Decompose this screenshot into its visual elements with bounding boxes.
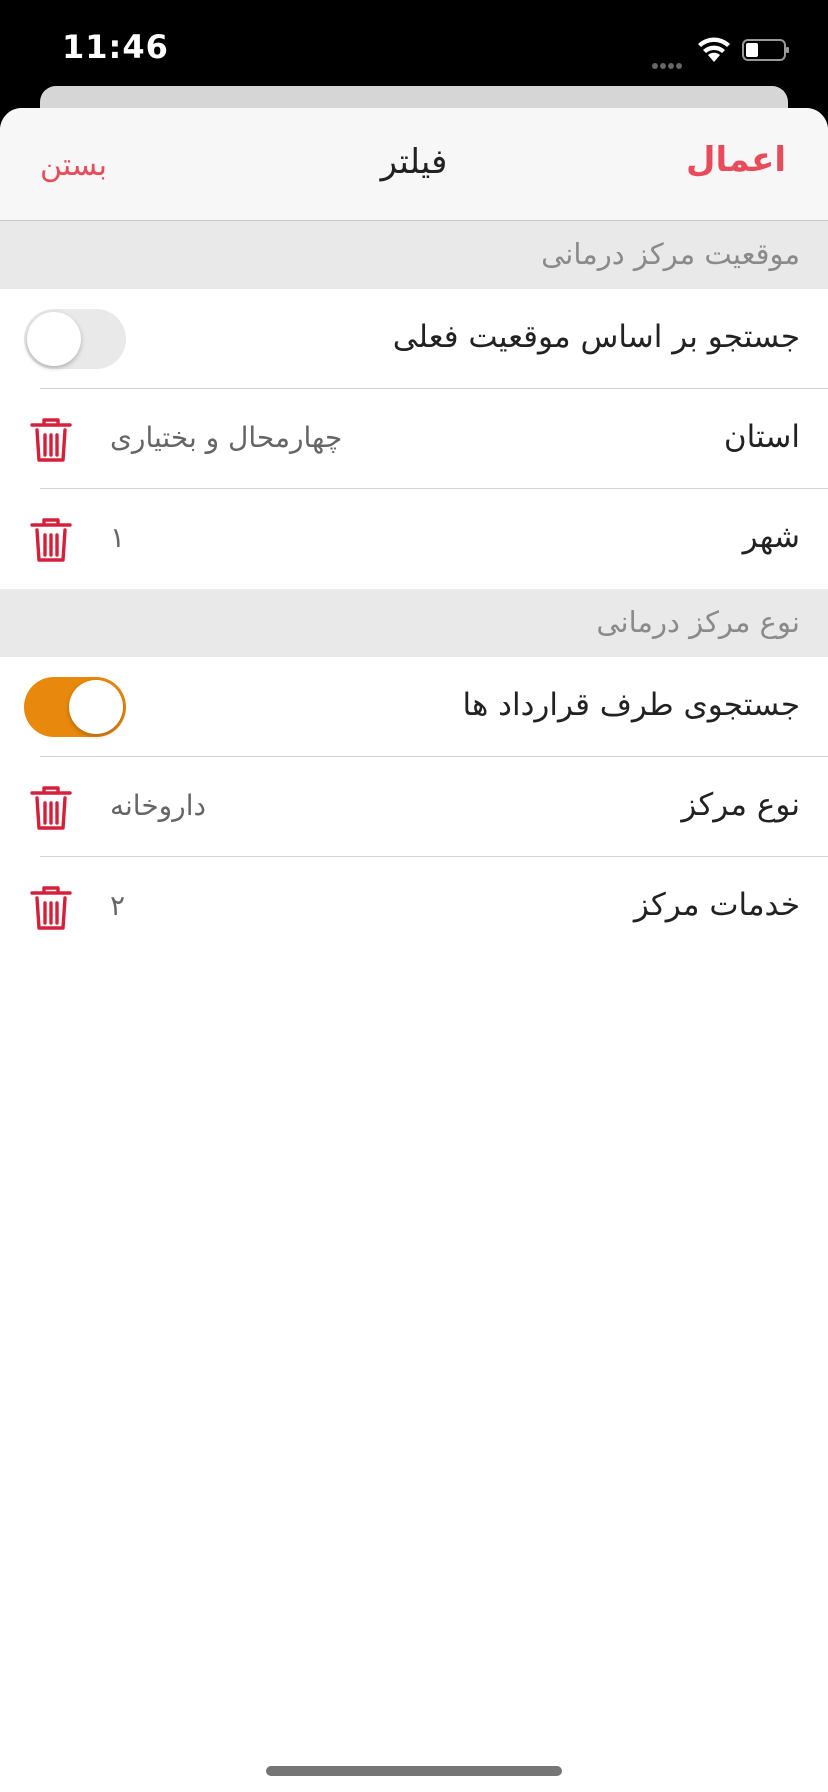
contract-party-row: جستجوی طرف قرارداد ها [0,657,828,757]
section-header-label: نوع مرکز درمانی [596,605,800,639]
center-services-label: خدمات مرکز [633,887,800,923]
contract-party-label: جستجوی طرف قرارداد ها [462,687,800,723]
center-services-row[interactable]: خدمات مرکز ۲ [0,857,828,957]
section-header-center-type: نوع مرکز درمانی [0,589,828,657]
center-type-label: نوع مرکز [681,787,800,823]
nav-bar: بستن فیلتر اعمال [0,108,828,221]
province-row[interactable]: استان چهارمحال و بختیاری [0,389,828,489]
status-bar: 11:46 [0,0,828,100]
current-location-row: جستجو بر اساس موقعیت فعلی [0,289,828,389]
current-location-toggle[interactable] [24,309,126,369]
current-location-label: جستجو بر اساس موقعیت فعلی [392,319,800,355]
section-header-label: موقعیت مرکز درمانی [541,237,800,271]
signal-icon [652,54,690,69]
trash-icon[interactable] [28,516,74,564]
province-value: چهارمحال و بختیاری [110,421,343,454]
province-label: استان [723,419,800,455]
city-value: ۱ [110,521,126,554]
city-label: شهر [742,519,800,555]
status-time: 11:46 [62,28,169,66]
center-services-value: ۲ [110,889,126,922]
trash-icon[interactable] [28,884,74,932]
wifi-icon [698,37,730,62]
trash-icon[interactable] [28,416,74,464]
filter-sheet: بستن فیلتر اعمال موقعیت مرکز درمانی جستج… [0,108,828,1792]
trash-icon[interactable] [28,784,74,832]
city-row[interactable]: شهر ۱ [0,489,828,589]
contract-party-toggle[interactable] [24,677,126,737]
apply-button[interactable]: اعمال [686,140,786,180]
home-indicator [266,1766,562,1776]
battery-icon [742,39,789,61]
center-type-row[interactable]: نوع مرکز داروخانه [0,757,828,857]
section-header-location: موقعیت مرکز درمانی [0,221,828,289]
center-type-value: داروخانه [110,789,206,822]
